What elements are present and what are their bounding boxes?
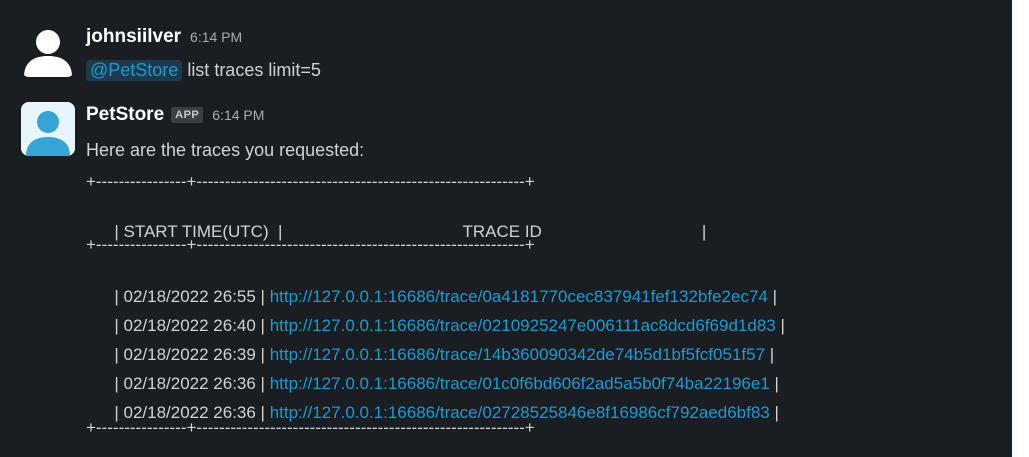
sender-name[interactable]: PetStore: [86, 104, 164, 126]
message-header: PetStore APP 6:14 PM: [86, 104, 264, 134]
row-end: |: [775, 316, 785, 335]
table-header-end: |: [701, 222, 707, 241]
chat-panel: johnsiilver 6:14 PM @PetStore list trace…: [0, 0, 1012, 457]
message-johnsiilver: johnsiilver 6:14 PM @PetStore list trace…: [0, 0, 1012, 92]
bot-avatar[interactable]: [21, 102, 75, 156]
row-end: |: [769, 403, 779, 422]
message-text: list traces limit=5: [182, 60, 321, 80]
message-body: @PetStore list traces limit=5: [86, 60, 321, 81]
bot-avatar-icon: [21, 102, 75, 156]
app-badge: APP: [171, 107, 204, 123]
user-silhouette-icon: [24, 30, 72, 77]
user-avatar[interactable]: [21, 23, 75, 77]
table-border-bottom: +----------------+----------------------…: [86, 418, 535, 437]
message-petstore: PetStore APP 6:14 PM Here are the traces…: [0, 92, 1012, 457]
message-timestamp[interactable]: 6:14 PM: [212, 107, 264, 123]
message-timestamp[interactable]: 6:14 PM: [190, 29, 242, 45]
user-mention[interactable]: @PetStore: [86, 60, 183, 81]
table-border-middle: +----------------+----------------------…: [86, 235, 535, 254]
message-header: johnsiilver 6:14 PM: [86, 26, 242, 56]
table-border-top: +----------------+----------------------…: [86, 172, 535, 191]
sender-name[interactable]: johnsiilver: [86, 26, 181, 48]
message-text: Here are the traces you requested:: [86, 140, 365, 160]
